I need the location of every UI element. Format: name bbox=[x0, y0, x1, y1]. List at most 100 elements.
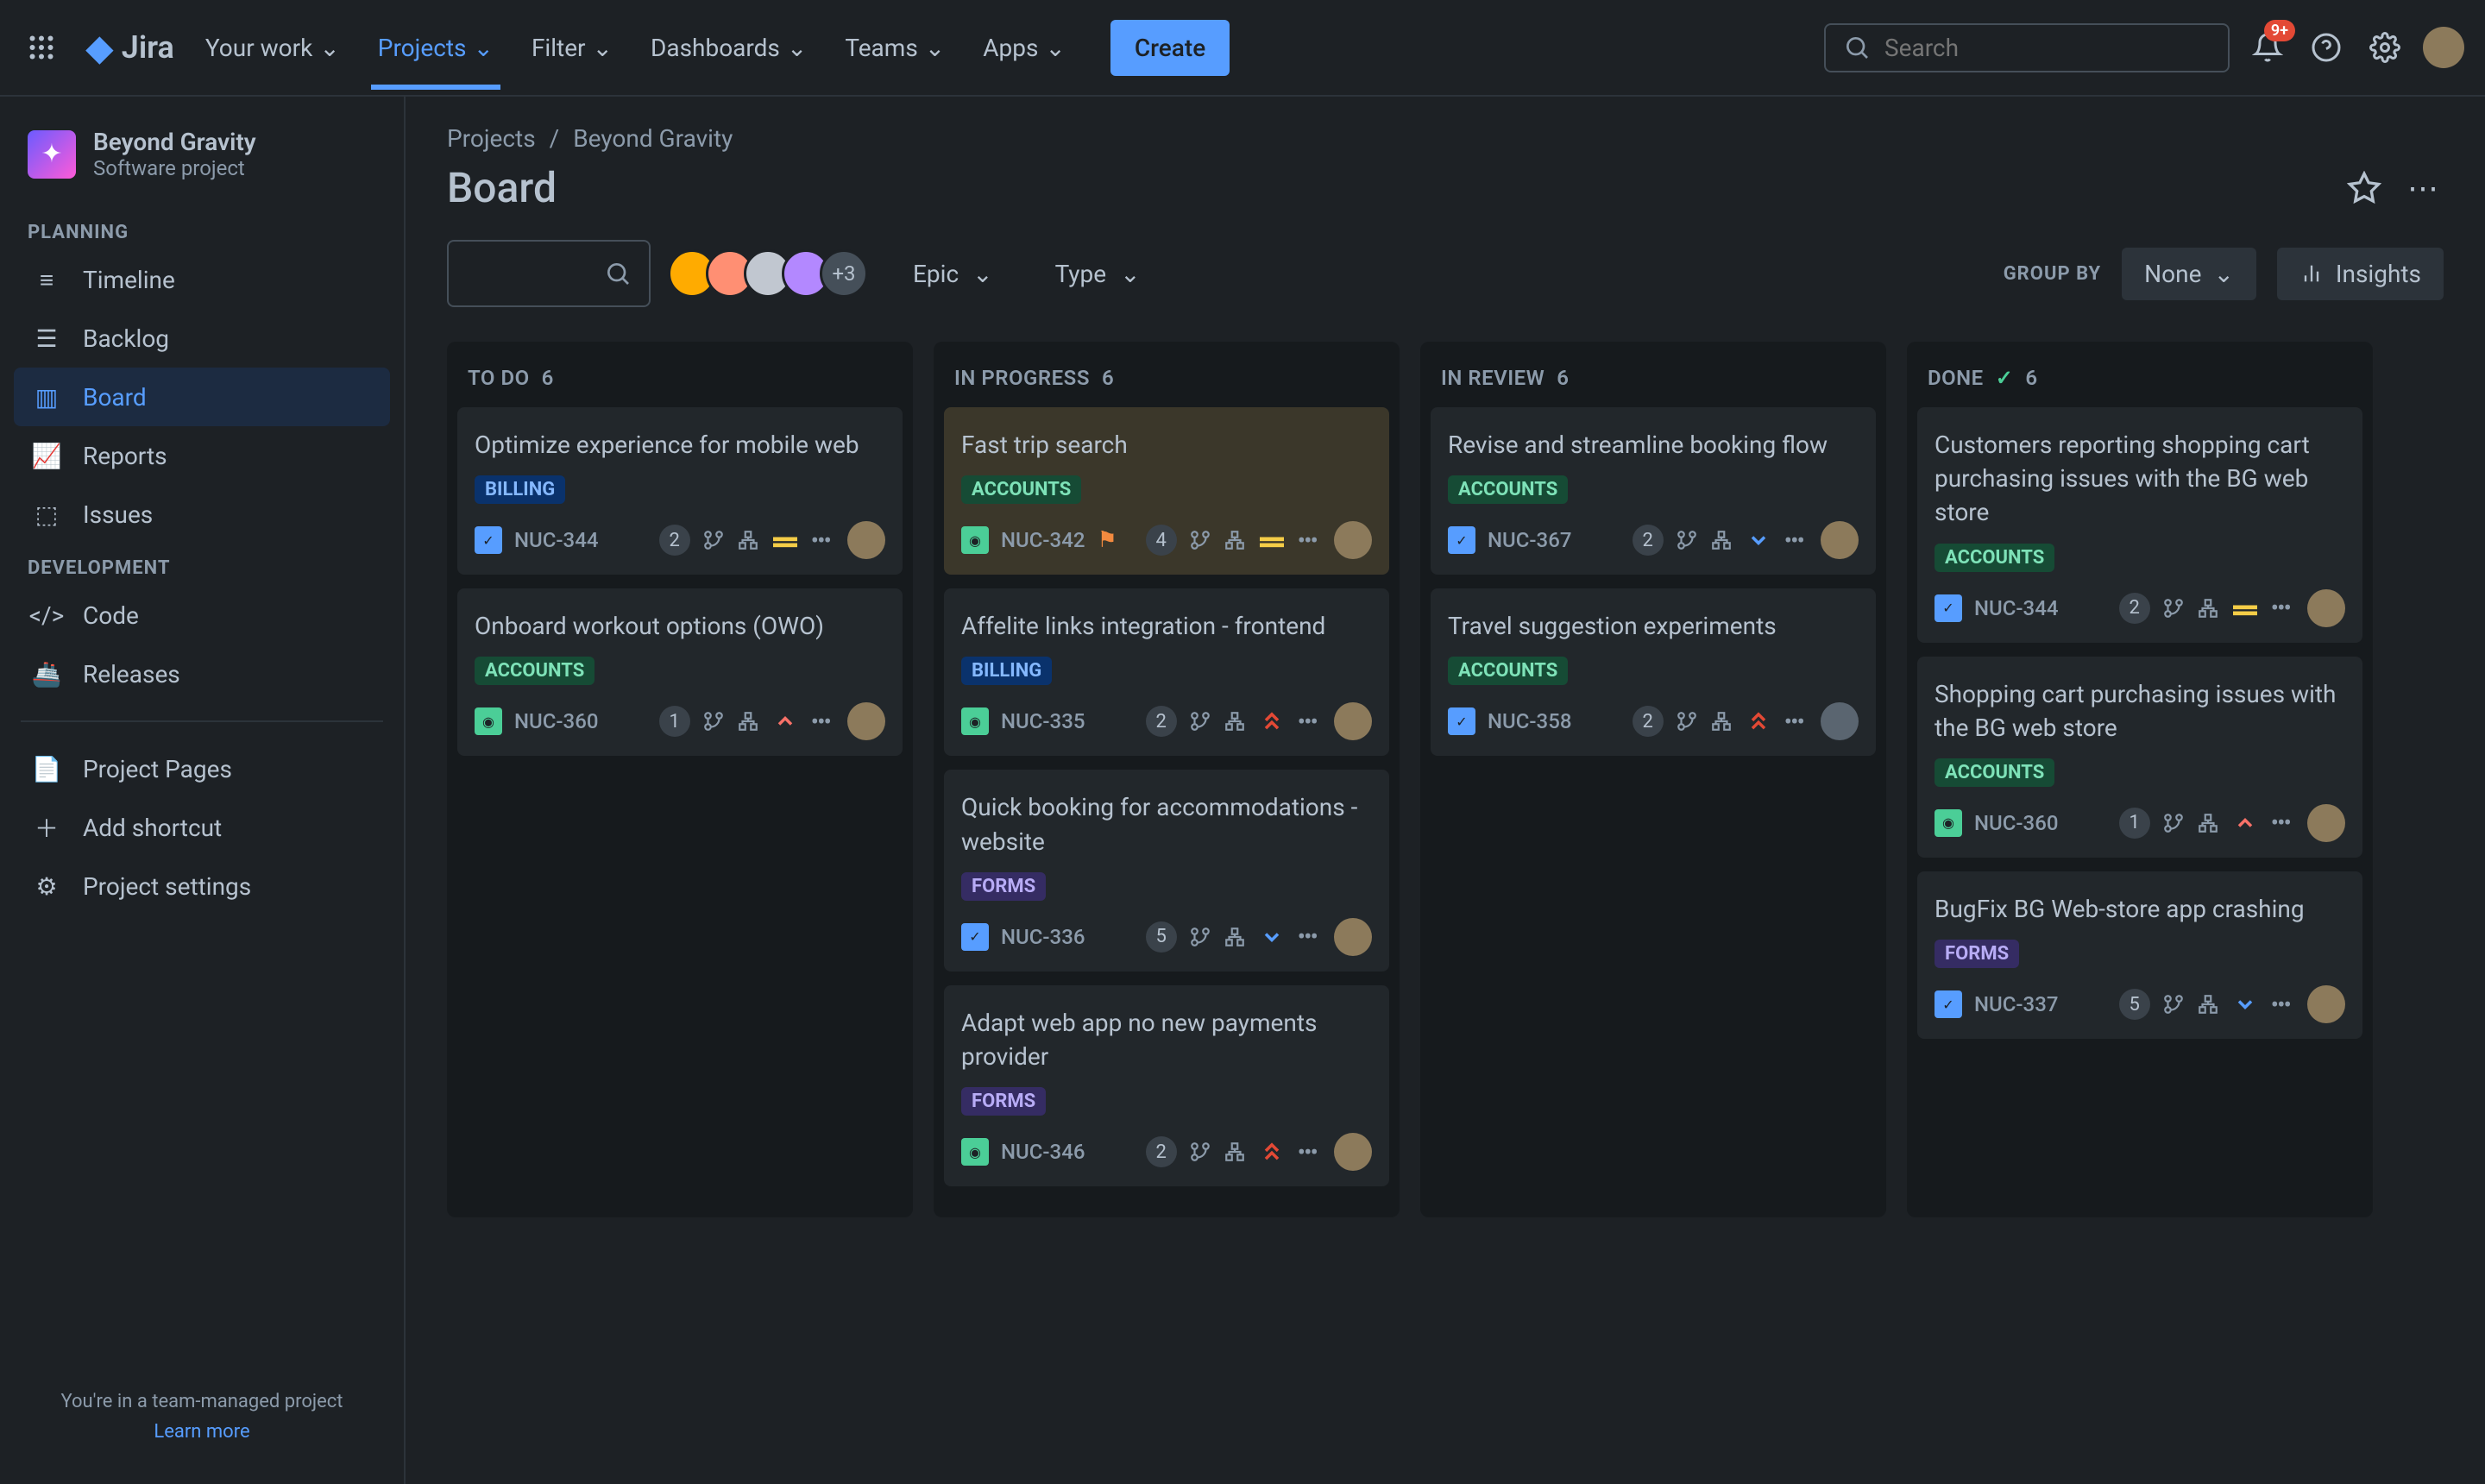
more-button[interactable]: ⋯ bbox=[2402, 167, 2444, 209]
breadcrumb-project[interactable]: Beyond Gravity bbox=[573, 124, 733, 153]
assignee-avatar[interactable] bbox=[1334, 702, 1372, 740]
timeline-icon: ≡ bbox=[31, 264, 62, 295]
issue-key[interactable]: NUC-367 bbox=[1488, 528, 1571, 552]
sidebar-item-reports[interactable]: 📈Reports bbox=[14, 426, 390, 485]
child-issues-icon bbox=[2197, 597, 2219, 619]
sidebar-item-add-shortcut[interactable]: ＋Add shortcut bbox=[14, 798, 390, 857]
assignee-avatar[interactable] bbox=[1334, 521, 1372, 559]
column-header[interactable]: DONE✓6 bbox=[1917, 359, 2362, 407]
issue-card[interactable]: Shopping cart purchasing issues with the… bbox=[1917, 657, 2362, 858]
branch-icon bbox=[1676, 710, 1698, 733]
issue-card[interactable]: Customers reporting shopping cart purcha… bbox=[1917, 407, 2362, 643]
more-icon[interactable]: ••• bbox=[2271, 808, 2290, 837]
check-icon: ✓ bbox=[1996, 366, 2014, 390]
issue-key[interactable]: NUC-336 bbox=[1001, 925, 1085, 949]
column-header[interactable]: TO DO6 bbox=[457, 359, 903, 407]
avatar-stack[interactable]: +3 bbox=[678, 249, 868, 298]
nav-dashboards[interactable]: Dashboards⌄ bbox=[644, 20, 814, 76]
group-by-select[interactable]: None⌄ bbox=[2122, 248, 2256, 300]
breadcrumb-projects[interactable]: Projects bbox=[447, 124, 536, 153]
assignee-avatar[interactable] bbox=[1821, 702, 1859, 740]
star-button[interactable] bbox=[2343, 167, 2385, 209]
nav-your-work[interactable]: Your work⌄ bbox=[198, 20, 347, 76]
issue-card[interactable]: Optimize experience for mobile web BILLI… bbox=[457, 407, 903, 575]
filter-type[interactable]: Type⌄ bbox=[1038, 246, 1158, 302]
sidebar-item-code[interactable]: </>Code bbox=[14, 586, 390, 645]
notifications-button[interactable]: 9+ bbox=[2247, 27, 2288, 68]
nav-apps[interactable]: Apps⌄ bbox=[976, 20, 1073, 76]
card-title: Affelite links integration - frontend bbox=[961, 609, 1372, 643]
issue-key[interactable]: NUC-358 bbox=[1488, 709, 1571, 733]
issue-card[interactable]: Quick booking for accommodations - websi… bbox=[944, 770, 1389, 971]
board-search[interactable] bbox=[447, 240, 651, 307]
assignee-avatar[interactable] bbox=[2307, 589, 2345, 627]
assignee-avatar[interactable] bbox=[2307, 804, 2345, 842]
assignee-avatar[interactable] bbox=[1334, 918, 1372, 956]
filter-epic[interactable]: Epic⌄ bbox=[896, 246, 1010, 302]
child-issues-icon bbox=[737, 710, 759, 733]
avatar-overflow[interactable]: +3 bbox=[820, 249, 868, 298]
nav-filter[interactable]: Filter⌄ bbox=[525, 20, 620, 76]
assignee-avatar[interactable] bbox=[1821, 521, 1859, 559]
more-icon[interactable]: ••• bbox=[2271, 594, 2290, 622]
more-icon[interactable]: ••• bbox=[1784, 707, 1803, 736]
insights-button[interactable]: Insights bbox=[2277, 248, 2444, 300]
nav-teams[interactable]: Teams⌄ bbox=[838, 20, 952, 76]
issue-key[interactable]: NUC-335 bbox=[1001, 709, 1085, 733]
card-tag: BILLING bbox=[475, 475, 565, 504]
sidebar-item-project-pages[interactable]: 📄Project Pages bbox=[14, 739, 390, 798]
more-icon[interactable]: ••• bbox=[1784, 526, 1803, 555]
issue-card[interactable]: Onboard workout options (OWO) ACCOUNTS ◉… bbox=[457, 588, 903, 756]
card-tag: ACCOUNTS bbox=[475, 657, 595, 685]
issue-card[interactable]: Adapt web app no new payments provider F… bbox=[944, 985, 1389, 1186]
assignee-avatar[interactable] bbox=[2307, 985, 2345, 1023]
issue-key[interactable]: NUC-337 bbox=[1974, 992, 2058, 1016]
app-switcher-icon[interactable] bbox=[21, 27, 62, 68]
sidebar-item-project-settings[interactable]: ⚙Project settings bbox=[14, 857, 390, 915]
more-icon[interactable]: ••• bbox=[811, 707, 830, 736]
create-button[interactable]: Create bbox=[1110, 20, 1230, 76]
issue-key[interactable]: NUC-344 bbox=[514, 528, 598, 552]
sidebar-item-backlog[interactable]: ☰Backlog bbox=[14, 309, 390, 368]
issue-key[interactable]: NUC-342 bbox=[1001, 528, 1085, 552]
issue-card[interactable]: Travel suggestion experiments ACCOUNTS ✓… bbox=[1431, 588, 1876, 756]
sidebar-item-timeline[interactable]: ≡Timeline bbox=[14, 250, 390, 309]
issue-card[interactable]: Affelite links integration - frontend BI… bbox=[944, 588, 1389, 756]
issue-card[interactable]: Revise and streamline booking flow ACCOU… bbox=[1431, 407, 1876, 575]
branch-icon bbox=[1676, 529, 1698, 551]
card-title: Shopping cart purchasing issues with the… bbox=[1935, 677, 2345, 745]
card-tag: ACCOUNTS bbox=[961, 475, 1081, 504]
project-header[interactable]: ✦ Beyond Gravity Software project bbox=[14, 121, 390, 208]
assignee-avatar[interactable] bbox=[847, 702, 885, 740]
issue-key[interactable]: NUC-346 bbox=[1001, 1140, 1085, 1164]
star-icon bbox=[2347, 171, 2381, 205]
more-icon[interactable]: ••• bbox=[1298, 922, 1317, 951]
issue-key[interactable]: NUC-344 bbox=[1974, 596, 2058, 620]
column-header[interactable]: IN REVIEW6 bbox=[1431, 359, 1876, 407]
issue-card[interactable]: Fast trip search ACCOUNTS ◉ NUC-342 ⚑ 4 … bbox=[944, 407, 1389, 575]
more-icon[interactable]: ••• bbox=[1298, 1138, 1317, 1166]
issue-key[interactable]: NUC-360 bbox=[514, 709, 598, 733]
nav-projects[interactable]: Projects⌄ bbox=[371, 6, 500, 90]
more-icon[interactable]: ••• bbox=[811, 526, 830, 555]
sidebar: ✦ Beyond Gravity Software project PLANNI… bbox=[0, 97, 406, 1484]
assignee-avatar[interactable] bbox=[847, 521, 885, 559]
settings-button[interactable] bbox=[2364, 27, 2406, 68]
more-icon[interactable]: ••• bbox=[2271, 990, 2290, 1019]
jira-logo[interactable]: ◆ Jira bbox=[86, 28, 174, 68]
more-icon[interactable]: ••• bbox=[1298, 526, 1317, 555]
issue-card[interactable]: BugFix BG Web-store app crashing FORMS ✓… bbox=[1917, 871, 2362, 1039]
search-input[interactable] bbox=[1884, 34, 2211, 62]
assignee-avatar[interactable] bbox=[1334, 1133, 1372, 1171]
column-header[interactable]: IN PROGRESS6 bbox=[944, 359, 1389, 407]
sidebar-item-issues[interactable]: ⬚Issues bbox=[14, 485, 390, 544]
search-box[interactable] bbox=[1824, 23, 2230, 72]
sidebar-item-board[interactable]: ▥Board bbox=[14, 368, 390, 426]
more-icon[interactable]: ••• bbox=[1298, 707, 1317, 736]
help-button[interactable] bbox=[2306, 27, 2347, 68]
sidebar-item-releases[interactable]: 🚢Releases bbox=[14, 645, 390, 703]
issue-key[interactable]: NUC-360 bbox=[1974, 811, 2058, 835]
learn-more-link[interactable]: Learn more bbox=[31, 1421, 373, 1443]
column-count: 6 bbox=[2025, 366, 2037, 390]
profile-avatar[interactable] bbox=[2423, 27, 2464, 68]
